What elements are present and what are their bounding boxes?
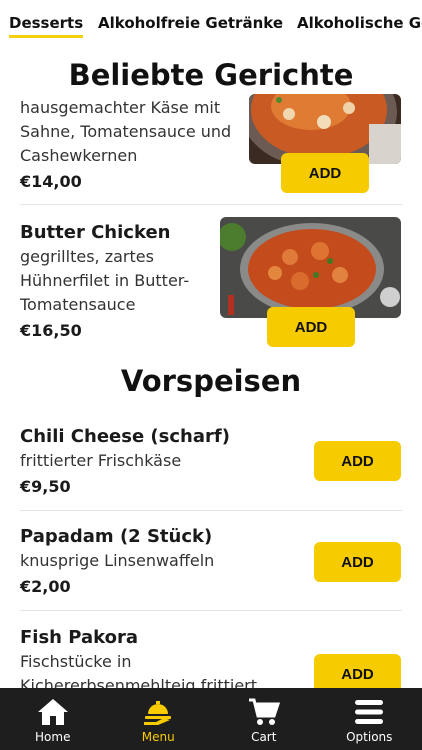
nav-label: Home bbox=[35, 730, 71, 744]
nav-label: Cart bbox=[251, 730, 277, 744]
tab-alkoholfreie-getraenke[interactable]: Alkoholfreie Getränke bbox=[98, 14, 283, 32]
section-title-beliebte-gerichte: Beliebte Gerichte bbox=[0, 56, 422, 94]
bottom-navigation: Home Menu Cart Options bbox=[0, 688, 422, 750]
options-icon bbox=[355, 700, 384, 724]
divider bbox=[20, 510, 402, 511]
divider bbox=[20, 610, 402, 611]
nav-cart[interactable]: Cart bbox=[211, 688, 317, 750]
section-title-vorspeisen: Vorspeisen bbox=[0, 362, 422, 400]
add-button[interactable]: ADD bbox=[281, 153, 369, 193]
item-name: Fish Pakora bbox=[20, 627, 138, 648]
nav-label: Menu bbox=[141, 730, 175, 744]
nav-home[interactable]: Home bbox=[0, 688, 106, 750]
tab-desserts[interactable]: Desserts bbox=[9, 14, 84, 38]
add-button[interactable]: ADD bbox=[314, 441, 401, 481]
add-button[interactable]: ADD bbox=[267, 307, 355, 347]
category-tabs: Desserts Alkoholfreie Getränke Alkoholis… bbox=[0, 0, 422, 48]
nav-label: Options bbox=[346, 730, 393, 744]
dish-image bbox=[220, 217, 401, 318]
menu-dish-icon bbox=[144, 701, 172, 725]
tab-alkoholische-getraenke[interactable]: Alkoholische Getränke bbox=[297, 14, 422, 32]
cart-icon bbox=[248, 698, 280, 725]
home-icon bbox=[37, 699, 68, 725]
add-button[interactable]: ADD bbox=[314, 542, 401, 582]
divider bbox=[20, 204, 402, 205]
nav-options[interactable]: Options bbox=[317, 688, 422, 750]
nav-menu[interactable]: Menu bbox=[106, 688, 212, 750]
